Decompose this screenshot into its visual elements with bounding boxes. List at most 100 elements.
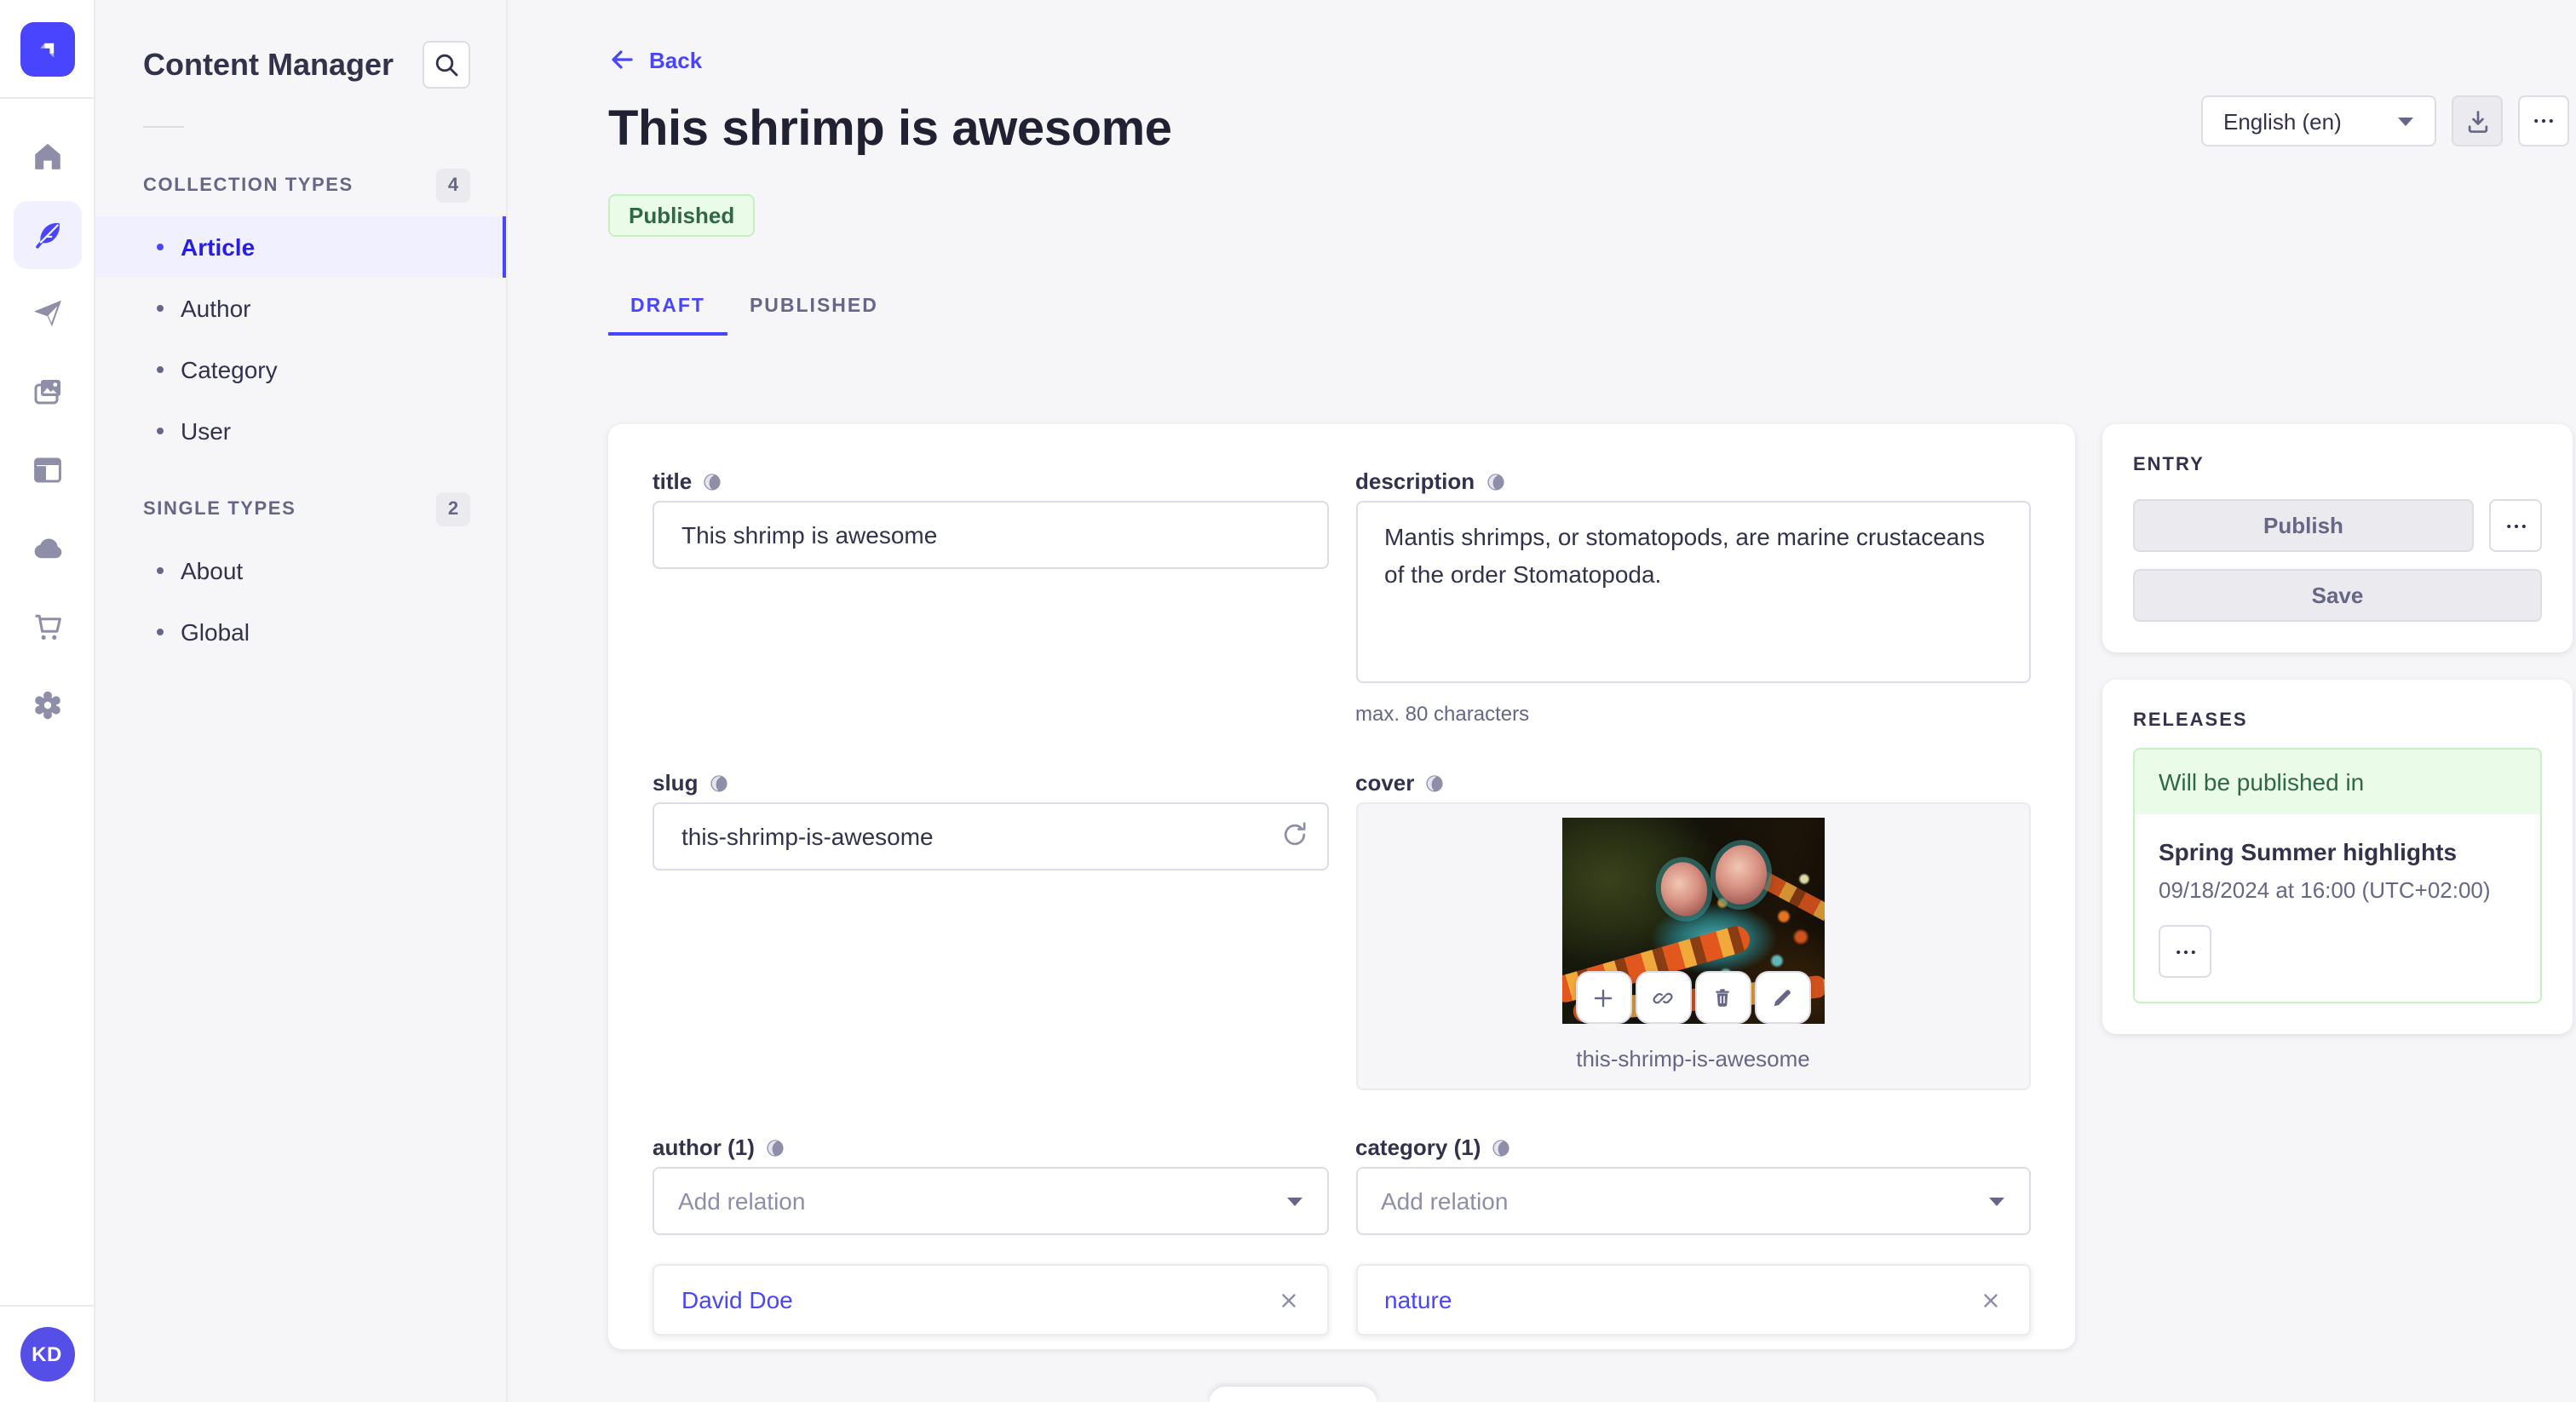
globe-icon (710, 774, 727, 791)
bullet-icon (157, 567, 164, 574)
release-more-button[interactable] (2159, 925, 2211, 978)
tab-draft[interactable]: DRAFT (608, 296, 727, 336)
nav-content-type-builder-button[interactable] (13, 436, 81, 504)
sidebar-item-about[interactable]: About (95, 540, 506, 601)
ellipsis-icon (2534, 118, 2553, 124)
author-field-label: author (1) (653, 1135, 755, 1160)
main-nav-rail: KD (0, 0, 95, 1402)
paper-plane-icon (33, 300, 60, 327)
nav-home-button[interactable] (13, 123, 81, 191)
field-slug: slug (653, 770, 1328, 871)
ellipsis-icon (2176, 949, 2194, 954)
release-status-text: Will be published in (2135, 750, 2540, 814)
back-label: Back (649, 47, 703, 72)
remove-author-relation-button[interactable] (1277, 1289, 1299, 1311)
delete-media-button[interactable] (1694, 971, 1751, 1024)
sidebar-item-global[interactable]: Global (95, 601, 506, 663)
title-field-label: title (653, 468, 693, 494)
sidebar-item-category[interactable]: Category (95, 339, 506, 400)
field-category: category (1) Add relation nature (1355, 1135, 2031, 1336)
user-avatar[interactable]: KD (20, 1327, 74, 1382)
cover-filename: this-shrimp-is-awesome (1576, 1046, 1810, 1072)
entry-panel-heading: ENTRY (2133, 455, 2205, 475)
link-icon (1653, 991, 1674, 1003)
locale-select-value: English (en) (2223, 108, 2342, 134)
chevron-down-icon (2398, 117, 2413, 125)
collection-types-label: COLLECTION TYPES (143, 175, 354, 196)
app-window: KD Content Manager COLLECTION TYPES 4 Ar… (0, 0, 2576, 1402)
description-textarea[interactable]: Mantis shrimps, or stomatopods, are mari… (1355, 501, 2031, 683)
side-panel: ENTRY Publish Save RELEASES Will be publ… (2102, 424, 2573, 1349)
title-input[interactable] (653, 501, 1328, 569)
chevron-down-icon (1989, 1197, 2004, 1205)
tab-published[interactable]: PUBLISHED (727, 296, 900, 336)
nav-cloud-button[interactable] (13, 514, 81, 583)
sidebar-item-label: Author (181, 295, 251, 322)
bullet-icon (157, 629, 164, 635)
nav-marketplace-button[interactable] (13, 593, 81, 661)
nav-settings-button[interactable] (13, 671, 81, 739)
cover-media-panel: this-shrimp-is-awesome (1355, 802, 2031, 1090)
trash-icon (1716, 988, 1730, 1006)
sidebar-divider (143, 126, 184, 128)
category-relation-link[interactable]: nature (1384, 1286, 1452, 1313)
category-relation-item: nature (1355, 1264, 2031, 1336)
home-icon (34, 143, 60, 170)
publish-button[interactable]: Publish (2133, 499, 2474, 552)
back-link[interactable]: Back (608, 0, 702, 73)
author-relation-item: David Doe (653, 1264, 1328, 1336)
pencil-icon (1774, 989, 1791, 1006)
more-actions-button[interactable] (2518, 95, 2569, 147)
plus-icon (1595, 988, 1613, 1007)
edit-media-button[interactable] (1754, 971, 1811, 1024)
nav-releases-button[interactable] (13, 279, 81, 348)
category-relation-select[interactable]: Add relation (1355, 1167, 2031, 1235)
collection-types-section: COLLECTION TYPES 4 Article Author Catego… (95, 169, 506, 462)
entry-panel: ENTRY Publish Save (2102, 424, 2573, 652)
slug-input[interactable] (653, 802, 1328, 871)
cover-field-label: cover (1355, 770, 1415, 796)
sidebar-item-label: Global (181, 618, 250, 646)
sidebar-item-author[interactable]: Author (95, 278, 506, 339)
sidebar-item-article[interactable]: Article (95, 216, 506, 278)
entry-more-button[interactable] (2489, 499, 2542, 552)
single-types-count-badge: 2 (436, 492, 470, 526)
globe-icon (1486, 473, 1504, 490)
rail-divider (0, 97, 95, 99)
entry-form-card: title description (608, 424, 2075, 1349)
ellipsis-icon (2506, 523, 2525, 528)
download-button[interactable] (2452, 95, 2503, 147)
author-relation-link[interactable]: David Doe (681, 1286, 793, 1313)
save-button[interactable]: Save (2133, 569, 2542, 622)
single-types-section: SINGLE TYPES 2 About Global (95, 492, 506, 663)
add-media-button[interactable] (1575, 971, 1632, 1024)
cover-actions-toolbar (1575, 971, 1811, 1024)
regenerate-slug-button[interactable] (1279, 819, 1309, 850)
download-icon (2467, 110, 2487, 132)
search-button[interactable] (423, 41, 470, 89)
collection-types-count-badge: 4 (436, 169, 470, 203)
next-card-peek (1210, 1387, 1377, 1402)
locale-select[interactable]: English (en) (2201, 95, 2436, 147)
bullet-icon (157, 305, 164, 312)
sidebar-item-user[interactable]: User (95, 400, 506, 462)
shopping-cart-icon (34, 614, 60, 640)
strapi-logo-mark (39, 43, 54, 58)
copy-link-button[interactable] (1635, 971, 1692, 1024)
layout-icon (33, 457, 60, 483)
nav-content-manager-button[interactable] (13, 201, 81, 269)
cover-image (1561, 818, 1825, 1024)
releases-panel-heading: RELEASES (2133, 710, 2248, 731)
strapi-logo[interactable] (20, 22, 74, 77)
remove-category-relation-button[interactable] (1980, 1289, 2002, 1311)
author-relation-select[interactable]: Add relation (653, 1167, 1328, 1235)
release-title: Spring Summer highlights (2159, 838, 2458, 865)
sidebar-item-label: Category (181, 356, 278, 383)
arrow-left-icon (612, 50, 633, 69)
nav-media-library-button[interactable] (13, 358, 81, 426)
globe-icon (1426, 774, 1444, 791)
content-manager-sidebar: Content Manager COLLECTION TYPES 4 Artic… (95, 0, 508, 1402)
field-description: description Mantis shrimps, or stomatopo… (1355, 468, 2031, 726)
slug-field-label: slug (653, 770, 699, 796)
chevron-down-icon (1286, 1197, 1302, 1205)
